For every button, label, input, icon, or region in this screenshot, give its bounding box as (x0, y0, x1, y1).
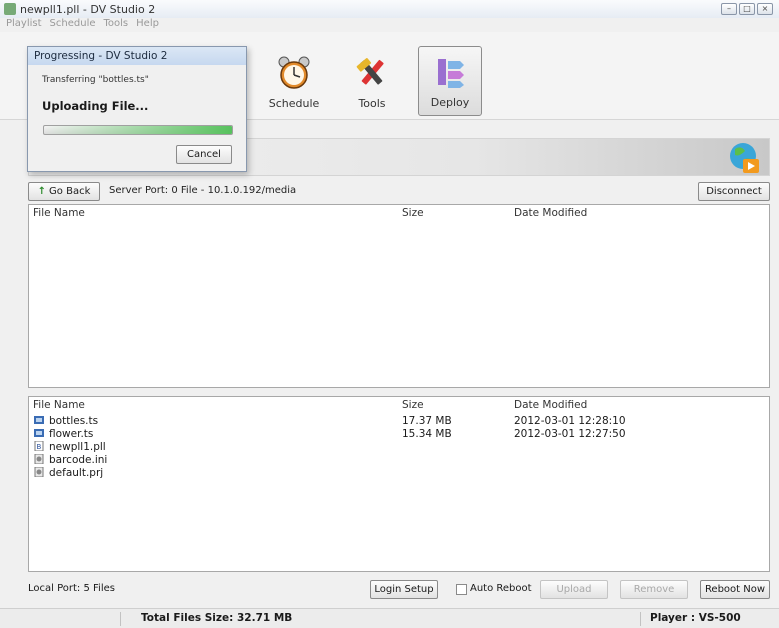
upload-progress-bar (43, 125, 233, 135)
menu-playlist[interactable]: Playlist (6, 18, 42, 32)
menu-schedule[interactable]: Schedule (50, 18, 96, 32)
total-files-size: Total Files Size: 32.71 MB (141, 612, 293, 624)
cancel-button[interactable]: Cancel (176, 145, 232, 164)
local-actions-bar: Local Port: 5 Files Login Setup Auto Reb… (28, 580, 770, 600)
status-separator (120, 612, 121, 626)
login-setup-button[interactable]: Login Setup (370, 580, 438, 599)
file-size: 17.37 MB (402, 415, 452, 427)
file-row[interactable]: barcode.ini (29, 453, 769, 466)
column-size[interactable]: Size (402, 207, 424, 219)
maximize-button[interactable]: □ (739, 3, 755, 15)
file-date: 2012-03-01 12:28:10 (514, 415, 626, 427)
deploy-icon (430, 54, 470, 90)
upload-status-text: Uploading File... (42, 99, 149, 113)
schedule-toolbar-button[interactable]: Schedule (262, 46, 326, 116)
up-arrow-icon: ↑ (37, 186, 47, 197)
status-separator (640, 612, 641, 626)
video-file-icon (34, 415, 44, 425)
config-file-icon (34, 466, 44, 478)
server-port-label: Server Port: 0 File - 10.1.0.192/media (109, 185, 297, 196)
file-name: bottles.ts (49, 415, 99, 427)
reboot-now-button[interactable]: Reboot Now (700, 580, 770, 599)
transferring-text: Transferring "bottles.ts" (42, 75, 149, 85)
alarm-clock-icon (274, 55, 314, 91)
player-model: Player : VS-500 (650, 612, 741, 624)
window-title-bar: newpll1.pll - DV Studio 2 – □ × (0, 0, 779, 18)
menu-bar: Playlist Schedule Tools Help (0, 18, 779, 32)
svg-text:B: B (37, 443, 42, 451)
minimize-button[interactable]: – (721, 3, 737, 15)
menu-tools[interactable]: Tools (104, 18, 129, 32)
disconnect-button[interactable]: Disconnect (698, 182, 770, 201)
column-date-modified[interactable]: Date Modified (514, 399, 587, 411)
file-name: flower.ts (49, 428, 94, 440)
app-icon (4, 3, 16, 15)
auto-reboot-checkbox[interactable] (456, 584, 467, 595)
upload-button[interactable]: Upload (540, 580, 608, 599)
local-file-list[interactable]: File Name Size Date Modified bottles.ts … (28, 396, 770, 572)
video-file-icon (34, 428, 44, 438)
progress-dialog: Progressing - DV Studio 2 Transferring "… (27, 46, 247, 172)
status-bar: Total Files Size: 32.71 MB Player : VS-5… (0, 608, 779, 628)
column-date-modified[interactable]: Date Modified (514, 207, 587, 219)
file-name: newpll1.pll (49, 441, 106, 453)
file-size: 15.34 MB (402, 428, 452, 440)
remote-file-list-header: File Name Size Date Modified (29, 205, 769, 221)
local-file-list-header: File Name Size Date Modified (29, 397, 769, 413)
config-file-icon (34, 453, 44, 465)
file-date: 2012-03-01 12:27:50 (514, 428, 626, 440)
remove-button[interactable]: Remove (620, 580, 688, 599)
file-row[interactable]: bottles.ts 17.37 MB 2012-03-01 12:28:10 (29, 415, 769, 427)
local-port-label: Local Port: 5 Files (28, 583, 115, 594)
column-file-name[interactable]: File Name (33, 399, 85, 411)
deploy-toolbar-label: Deploy (430, 96, 470, 109)
tools-icon (352, 55, 392, 91)
file-name: barcode.ini (49, 454, 108, 466)
close-button[interactable]: × (757, 3, 773, 15)
dialog-title: Progressing - DV Studio 2 (28, 47, 246, 65)
file-name: default.prj (49, 467, 104, 479)
deploy-globe-icon (727, 141, 761, 175)
column-file-name[interactable]: File Name (33, 207, 85, 219)
file-row[interactable]: flower.ts 15.34 MB 2012-03-01 12:27:50 (29, 428, 769, 440)
schedule-toolbar-label: Schedule (268, 97, 320, 110)
tools-toolbar-label: Tools (358, 97, 386, 110)
go-back-button[interactable]: ↑ Go Back (28, 182, 100, 201)
window-controls: – □ × (721, 3, 773, 15)
progress-fill (44, 126, 232, 134)
column-size[interactable]: Size (402, 399, 424, 411)
window-title: newpll1.pll - DV Studio 2 (20, 2, 156, 16)
playlist-file-icon: B (34, 440, 44, 452)
tools-toolbar-button[interactable]: Tools (340, 46, 404, 116)
remote-file-list[interactable]: File Name Size Date Modified (28, 204, 770, 388)
menu-help[interactable]: Help (136, 18, 159, 32)
file-row[interactable]: B newpll1.pll (29, 440, 769, 453)
file-row[interactable]: default.prj (29, 466, 769, 479)
deploy-toolbar-button[interactable]: Deploy (418, 46, 482, 116)
auto-reboot-label: Auto Reboot (470, 583, 532, 594)
go-back-label: Go Back (49, 186, 91, 197)
server-navigation: ↑ Go Back Server Port: 0 File - 10.1.0.1… (28, 182, 770, 202)
